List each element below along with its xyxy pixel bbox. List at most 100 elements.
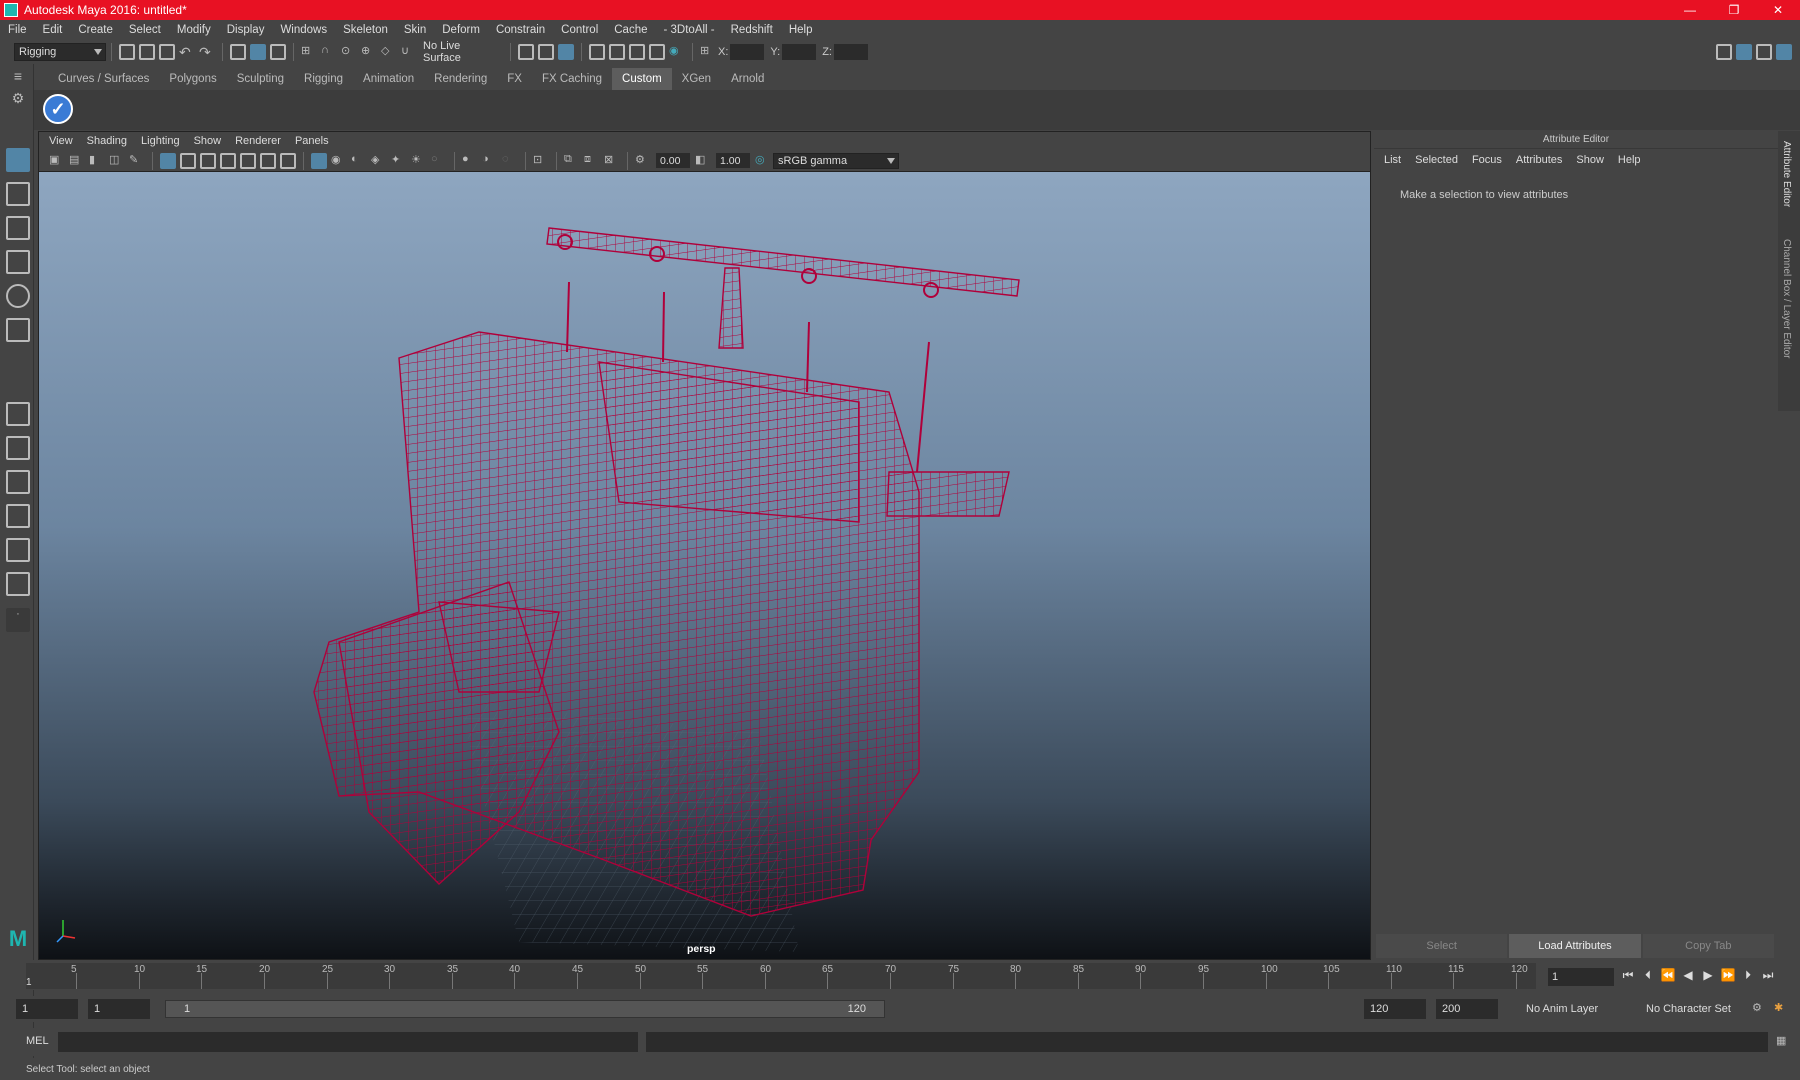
select-object-icon[interactable] (250, 44, 266, 60)
menu-file[interactable]: File (8, 24, 27, 36)
menu-deform[interactable]: Deform (442, 24, 480, 36)
current-frame-field[interactable]: 1 (1548, 968, 1614, 986)
attr-menu-attributes[interactable]: Attributes (1516, 154, 1562, 166)
redo-icon[interactable]: ↷ (199, 44, 215, 60)
character-set-dropdown[interactable]: No Character Set (1640, 999, 1750, 1019)
hypershade-icon[interactable] (609, 44, 625, 60)
hypershade-layout-icon[interactable] (6, 572, 30, 596)
menu-redshift[interactable]: Redshift (731, 24, 773, 36)
resolution-gate-icon[interactable] (200, 152, 216, 169)
panel-menu-show[interactable]: Show (194, 135, 222, 147)
grid-toggle-icon[interactable] (160, 152, 176, 169)
script-editor-icon[interactable]: ▦ (1776, 1034, 1792, 1050)
live-surface-field[interactable]: No Live Surface (419, 40, 505, 64)
restore-button[interactable]: ❐ (1712, 0, 1756, 20)
tab-xgen[interactable]: XGen (672, 68, 721, 90)
check-icon[interactable]: ✓ (43, 94, 73, 124)
textured-icon[interactable]: ◈ (371, 153, 387, 169)
wireframe-icon[interactable] (311, 152, 327, 169)
render-view-icon[interactable] (629, 44, 645, 60)
auto-key-icon[interactable]: ✱ (1774, 1001, 1790, 1017)
transform-mode-icon[interactable]: ⊞ (700, 44, 716, 60)
gate-mask-icon[interactable] (220, 152, 236, 169)
menu-constrain[interactable]: Constrain (496, 24, 545, 36)
arnold-icon[interactable]: ◉ (669, 44, 685, 60)
tab-rendering[interactable]: Rendering (424, 68, 497, 90)
play-forward-icon[interactable]: ▶ (1698, 968, 1718, 986)
color-management-icon[interactable]: ◎ (755, 153, 771, 169)
menu-select[interactable]: Select (129, 24, 161, 36)
render-region-icon[interactable] (518, 44, 534, 60)
menu-display[interactable]: Display (227, 24, 265, 36)
select-button[interactable]: Select (1376, 934, 1508, 958)
menu-modify[interactable]: Modify (177, 24, 211, 36)
paint-select-icon[interactable] (6, 216, 30, 240)
save-scene-icon[interactable] (159, 44, 175, 60)
move-tool-icon[interactable] (6, 250, 30, 274)
shelf-menu-icon[interactable]: ≡ (6, 68, 30, 92)
minimize-button[interactable]: — (1668, 0, 1712, 20)
step-back-frame-icon[interactable]: ⏴ (1638, 968, 1658, 986)
grease-pencil-icon[interactable]: ✎ (129, 153, 145, 169)
menu-help[interactable]: Help (789, 24, 813, 36)
attr-menu-show[interactable]: Show (1576, 154, 1604, 166)
go-to-end-icon[interactable]: ⏭ (1758, 968, 1778, 986)
render-frame-icon[interactable] (538, 44, 554, 60)
tab-channel-box[interactable]: Channel Box / Layer Editor (1781, 239, 1792, 359)
outliner-layout-icon[interactable] (6, 470, 30, 494)
magnet-icon[interactable]: ∪ (401, 44, 417, 60)
lasso-tool-icon[interactable] (6, 182, 30, 206)
wireframe-on-shaded-icon[interactable]: ◐ (351, 153, 367, 169)
tab-sculpting[interactable]: Sculpting (227, 68, 294, 90)
step-forward-key-icon[interactable]: ⏩ (1718, 968, 1738, 986)
playback-start-field[interactable]: 1 (88, 999, 150, 1019)
snap-grid-icon[interactable]: ⊞ (301, 44, 317, 60)
load-attributes-button[interactable]: Load Attributes (1509, 934, 1641, 958)
menu-set-dropdown[interactable]: Rigging (14, 43, 106, 61)
depth-of-field-icon[interactable]: ◌ (502, 153, 518, 169)
panel-menu-renderer[interactable]: Renderer (235, 135, 281, 147)
use-all-lights-icon[interactable]: ✦ (391, 153, 407, 169)
tab-fx[interactable]: FX (497, 68, 532, 90)
ambient-occlusion-icon[interactable]: ○ (431, 153, 447, 169)
gamma-icon[interactable]: ◧ (695, 153, 711, 169)
menu-control[interactable]: Control (561, 24, 598, 36)
attr-menu-focus[interactable]: Focus (1472, 154, 1502, 166)
play-backward-icon[interactable]: ◀ (1678, 968, 1698, 986)
close-button[interactable]: ✕ (1756, 0, 1800, 20)
motion-blur-icon[interactable]: ● (462, 153, 478, 169)
ipr-render-icon[interactable] (558, 44, 574, 60)
end-time-field[interactable]: 200 (1436, 999, 1498, 1019)
safe-title-icon[interactable] (280, 152, 296, 169)
more-layouts-icon[interactable]: · (6, 608, 30, 632)
camera-icon[interactable]: ▣ (49, 153, 65, 169)
modeling-toolkit-icon[interactable] (1716, 44, 1732, 60)
outliner-persp-layout-icon[interactable] (6, 538, 30, 562)
field-chart-icon[interactable] (240, 152, 256, 169)
rotate-tool-icon[interactable] (6, 284, 30, 308)
film-gate-icon[interactable] (180, 152, 196, 169)
scale-tool-icon[interactable] (6, 318, 30, 342)
gamma-field[interactable]: 1.00 (716, 153, 750, 168)
anim-preferences-icon[interactable]: ⚙ (1752, 1001, 1768, 1017)
panel-menu-lighting[interactable]: Lighting (141, 135, 180, 147)
antialiasing-icon[interactable]: ◑ (482, 153, 498, 169)
menu-windows[interactable]: Windows (280, 24, 327, 36)
tab-rigging[interactable]: Rigging (294, 68, 353, 90)
step-back-key-icon[interactable]: ⏪ (1658, 968, 1678, 986)
smooth-shade-icon[interactable]: ◉ (331, 153, 347, 169)
attr-menu-list[interactable]: List (1384, 154, 1401, 166)
xray-components-icon[interactable]: ⊠ (604, 153, 620, 169)
safe-action-icon[interactable] (260, 152, 276, 169)
select-component-icon[interactable] (270, 44, 286, 60)
channel-box-toggle-icon[interactable] (1776, 44, 1792, 60)
new-scene-icon[interactable] (119, 44, 135, 60)
tool-settings-icon[interactable] (1756, 44, 1772, 60)
snap-view-icon[interactable]: ⊕ (361, 44, 377, 60)
tab-attribute-editor[interactable]: Attribute Editor (1781, 141, 1792, 207)
range-bar[interactable]: 1 120 (165, 1000, 885, 1018)
go-to-start-icon[interactable]: ⏮ (1618, 968, 1638, 986)
menu-create[interactable]: Create (78, 24, 113, 36)
copy-tab-button[interactable]: Copy Tab (1642, 934, 1774, 958)
panel-menu-panels[interactable]: Panels (295, 135, 329, 147)
